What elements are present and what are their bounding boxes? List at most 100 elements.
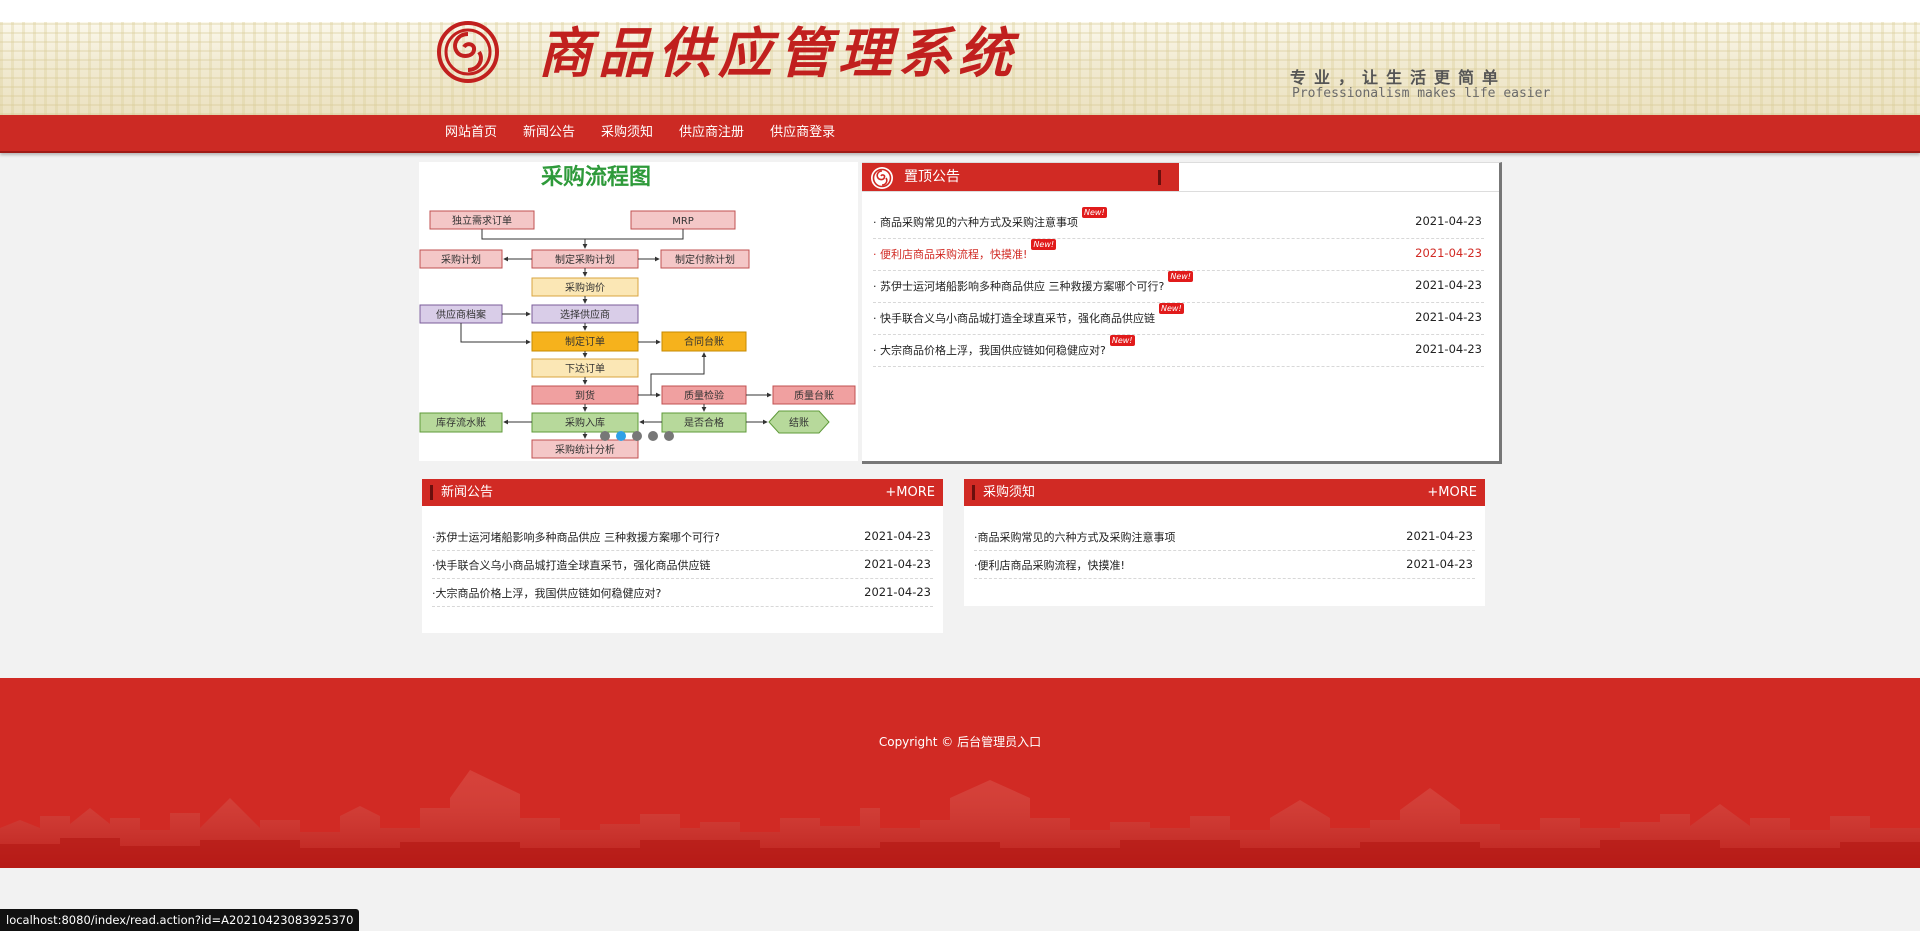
node-arrival: 到货 [575,389,595,402]
list-item: · 便利店商品采购流程，快摸准! New! 2021-04-23 [873,239,1484,271]
top-notices-list: · 商品采购常见的六种方式及采购注意事项 New! 2021-04-23 · 便利… [873,207,1484,367]
purchase-link[interactable]: ·商品采购常见的六种方式及采购注意事项 [974,529,1176,545]
new-badge: New! [1031,239,1057,250]
purchase-flowchart: 采购流程图 独立需求订单 MRP 采购计划 制定采购计划 制定付款计划 采购询价… [419,164,856,459]
node-quality-ledger: 质量台账 [794,389,834,402]
node-contract-ledger: 合同台账 [684,335,724,348]
notice-date: 2021-04-23 [1415,214,1482,228]
node-issue-order: 下达订单 [565,363,605,375]
main-nav: 网站首页 新闻公告 采购须知 供应商注册 供应商登录 [0,115,1920,153]
city-skyline-decoration [0,770,1920,868]
seal-icon [871,167,893,189]
node-settlement: 结账 [789,416,809,429]
slider-dots [600,431,674,441]
notice-title[interactable]: · 苏伊士运河堵船影响多种商品供应 三种救援方案哪个可行? [873,280,1164,293]
slogan-en: Professionalism makes life easier [1292,86,1551,101]
nav-items: 网站首页 新闻公告 采购须知 供应商注册 供应商登录 [432,115,848,151]
new-badge: New! [1168,271,1193,282]
notice-link[interactable]: · 大宗商品价格上浮，我国供应链如何稳健应对?New! [873,335,1135,358]
node-inventory-ledger: 库存流水账 [436,416,486,429]
nav-item-news[interactable]: 新闻公告 [510,115,588,151]
nav-item-supplier-register[interactable]: 供应商注册 [666,115,757,151]
node-supplier-archive: 供应商档案 [436,308,486,321]
list-item: · 大宗商品价格上浮，我国供应链如何稳健应对?New! 2021-04-23 [873,335,1484,367]
news-date: 2021-04-23 [864,529,931,543]
node-select-supplier: 选择供应商 [560,308,610,321]
news-date: 2021-04-23 [864,585,931,599]
nav-item-supplier-login[interactable]: 供应商登录 [757,115,848,151]
browser-status-url: localhost:8080/index/read.action?id=A202… [0,909,360,931]
news-date: 2021-04-23 [864,557,931,571]
header-accent-bar [972,485,975,500]
slogan-cn: 专业，让生活更简单 [1290,68,1507,87]
node-stats: 采购统计分析 [555,443,615,456]
purchase-date: 2021-04-23 [1406,557,1473,571]
purchase-box-header: 采购须知 +MORE [964,479,1485,506]
purchase-more-link[interactable]: +MORE [1427,479,1477,506]
news-link[interactable]: ·苏伊士运河堵船影响多种商品供应 三种救援方案哪个可行? [432,529,720,545]
top-notices-header: 置顶公告 [862,163,1499,192]
node-purchase-plan: 采购计划 [441,253,481,266]
news-link[interactable]: ·大宗商品价格上浮，我国供应链如何稳健应对? [432,585,661,601]
node-make-order: 制定订单 [565,335,605,348]
notice-title[interactable]: · 快手联合义乌小商品城打造全球直采节，强化商品供应链 [873,312,1155,325]
tab-accent-bar [1158,170,1161,185]
purchase-box-title: 采购须知 [983,485,1036,500]
logo-seal-icon[interactable] [437,21,499,83]
notice-date: 2021-04-23 [1415,246,1482,260]
notice-link[interactable]: · 快手联合义乌小商品城打造全球直采节，强化商品供应链 New! [873,303,1184,326]
top-notices-title: 置顶公告 [904,169,960,185]
news-link[interactable]: ·快手联合义乌小商品城打造全球直采节，强化商品供应链 [432,557,711,573]
notice-link[interactable]: · 苏伊士运河堵船影响多种商品供应 三种救援方案哪个可行? New! [873,271,1193,294]
purchase-list: ·商品采购常见的六种方式及采购注意事项 2021-04-23 ·便利店商品采购流… [974,523,1475,579]
new-badge: New! [1082,207,1107,218]
flowchart-title: 采购流程图 [541,164,651,190]
slider-dot-2[interactable] [616,431,626,441]
notice-date: 2021-04-23 [1415,278,1482,292]
news-box-title: 新闻公告 [441,485,494,500]
notice-title[interactable]: · 便利店商品采购流程，快摸准! [873,248,1027,261]
list-item: ·快手联合义乌小商品城打造全球直采节，强化商品供应链 2021-04-23 [432,551,933,579]
node-mrp: MRP [672,216,694,227]
notice-link[interactable]: · 商品采购常见的六种方式及采购注意事项 New! [873,207,1107,230]
top-notices-tab: 置顶公告 [862,163,1179,191]
new-badge: New! [1159,303,1184,314]
new-badge: New! [1109,335,1135,346]
notice-date: 2021-04-23 [1415,310,1482,324]
site-header: 商品供应管理系统 专业，让生活更简单 Professionalism makes… [0,0,1920,115]
node-make-plan: 制定采购计划 [555,253,615,266]
notice-date: 2021-04-23 [1415,342,1482,356]
slider-dot-5[interactable] [664,431,674,441]
copyright-text: Copyright © [878,735,954,749]
header-accent-bar [430,485,433,500]
slider-dot-3[interactable] [632,431,642,441]
top-notices-panel: 置顶公告 · 商品采购常见的六种方式及采购注意事项 New! 2021-04-23… [862,162,1502,464]
notice-link[interactable]: · 便利店商品采购流程，快摸准! New! [873,239,1057,262]
node-payment-plan: 制定付款计划 [675,253,735,266]
list-item: · 苏伊士运河堵船影响多种商品供应 三种救援方案哪个可行? New! 2021-0… [873,271,1484,303]
nav-item-purchase-notice[interactable]: 采购须知 [588,115,666,151]
news-box: 新闻公告 +MORE ·苏伊士运河堵船影响多种商品供应 三种救援方案哪个可行? … [422,479,943,633]
list-item: · 快手联合义乌小商品城打造全球直采节，强化商品供应链 New! 2021-04-… [873,303,1484,335]
site-title: 商品供应管理系统 [538,21,1018,85]
purchase-date: 2021-04-23 [1406,529,1473,543]
site-footer: Copyright © 后台管理员入口 [0,678,1920,868]
purchase-notice-box: 采购须知 +MORE ·商品采购常见的六种方式及采购注意事项 2021-04-2… [964,479,1485,606]
nav-item-home[interactable]: 网站首页 [432,115,510,151]
node-warehouse-in: 采购入库 [565,416,605,429]
notice-title[interactable]: · 商品采购常见的六种方式及采购注意事项 [873,216,1078,229]
list-item: · 商品采购常见的六种方式及采购注意事项 New! 2021-04-23 [873,207,1484,239]
notice-title[interactable]: · 大宗商品价格上浮，我国供应链如何稳健应对? [873,344,1106,357]
slider-dot-1[interactable] [600,431,610,441]
list-item: ·便利店商品采购流程，快摸准! 2021-04-23 [974,551,1475,579]
image-slider[interactable]: 采购流程图 独立需求订单 MRP 采购计划 制定采购计划 制定付款计划 采购询价… [419,162,858,461]
list-item: ·苏伊士运河堵船影响多种商品供应 三种救援方案哪个可行? 2021-04-23 [432,523,933,551]
node-indep-demand: 独立需求订单 [452,214,512,227]
purchase-link[interactable]: ·便利店商品采购流程，快摸准! [974,557,1125,573]
slider-dot-4[interactable] [648,431,658,441]
node-quality-check: 质量检验 [684,389,724,402]
news-more-link[interactable]: +MORE [885,479,935,506]
node-qualified: 是否合格 [684,416,724,429]
admin-entry-link[interactable]: 后台管理员入口 [957,735,1041,749]
news-list: ·苏伊士运河堵船影响多种商品供应 三种救援方案哪个可行? 2021-04-23 … [432,523,933,607]
